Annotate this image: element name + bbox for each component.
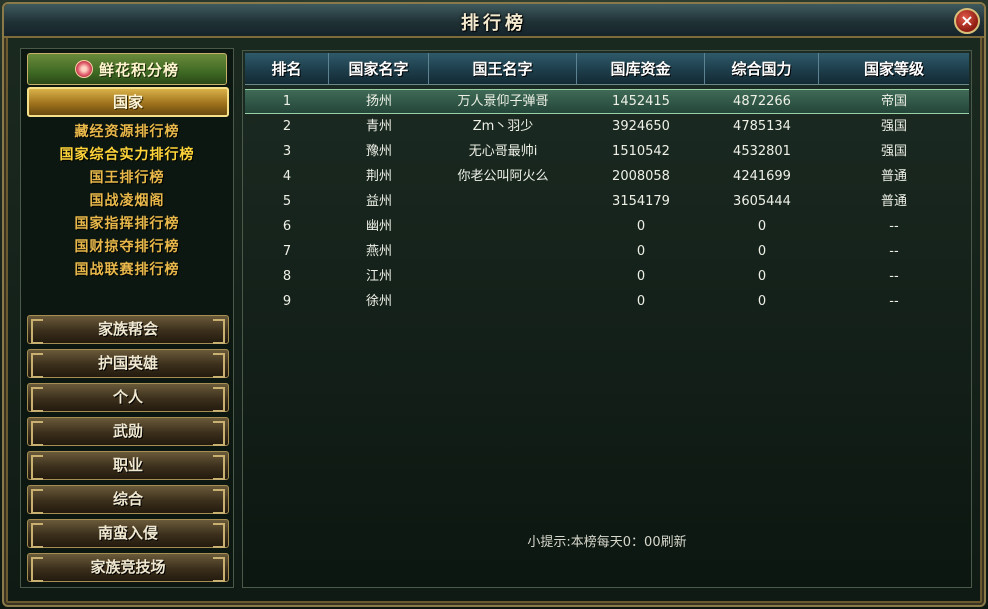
category-personal-button[interactable]: 个人: [27, 383, 229, 412]
cell-rank: 4: [282, 169, 292, 184]
cell-rank: 1: [282, 94, 292, 109]
cell-country: 徐州: [365, 294, 392, 309]
cell-king: 你老公叫阿火么: [457, 169, 549, 184]
cell-level: 强国: [880, 144, 907, 159]
cell-level: --: [889, 294, 899, 309]
cell-king: [429, 214, 577, 239]
cell-power: 4241699: [733, 169, 791, 184]
cell-country: 青州: [365, 119, 392, 134]
refresh-tip: 小提示:本榜每天0：00刷新: [527, 535, 687, 550]
cell-treasury: 0: [636, 269, 646, 284]
cell-level: 普通: [880, 169, 907, 184]
cell-treasury: 1452415: [612, 94, 670, 109]
cell-power: 3605444: [733, 194, 791, 209]
header-king-name[interactable]: 国王名字: [429, 53, 577, 84]
cell-level: 普通: [880, 194, 907, 209]
cell-power: 0: [757, 219, 767, 234]
cell-rank: 8: [282, 269, 292, 284]
category-heroes-button[interactable]: 护国英雄: [27, 349, 229, 378]
cell-power: 4872266: [733, 94, 791, 109]
category-profession-button[interactable]: 职业: [27, 451, 229, 480]
sub-item-scripture-resource[interactable]: 藏经资源排行榜: [27, 121, 227, 144]
table-row[interactable]: 2 青州 Zm丶羽少 3924650 4785134 强国: [245, 114, 969, 139]
country-sub-list: 藏经资源排行榜 国家综合实力排行榜 国王排行榜 国战凌烟阁 国家指挥排行榜 国财…: [27, 121, 227, 282]
ranking-table-panel: 排名 国家名字 国王名字 国库资金 综合国力 国家等级 1 扬州 万人景仰子弹哥…: [242, 50, 972, 588]
header-treasury[interactable]: 国库资金: [577, 53, 705, 84]
table-row[interactable]: 6 幽州 0 0 --: [245, 214, 969, 239]
close-button[interactable]: ×: [954, 8, 980, 34]
sub-item-war-pavilion[interactable]: 国战凌烟阁: [27, 190, 227, 213]
cell-king: 无心哥最帅i: [468, 144, 538, 159]
cell-level: --: [889, 269, 899, 284]
header-rank[interactable]: 排名: [245, 53, 329, 84]
cell-level: --: [889, 219, 899, 234]
sub-item-command-ranking[interactable]: 国家指挥排行榜: [27, 213, 227, 236]
cell-rank: 7: [282, 244, 292, 259]
table-row[interactable]: 3 豫州 无心哥最帅i 1510542 4532801 强国: [245, 139, 969, 164]
sub-item-plunder-ranking[interactable]: 国财掠夺排行榜: [27, 236, 227, 259]
sub-item-king-ranking[interactable]: 国王排行榜: [27, 167, 227, 190]
cell-country: 扬州: [365, 94, 392, 109]
cell-rank: 9: [282, 294, 292, 309]
title-bar[interactable]: 排行榜 ×: [4, 4, 984, 38]
cell-treasury: 2008058: [612, 169, 670, 184]
cell-treasury: 0: [636, 244, 646, 259]
category-country-button[interactable]: 国家: [27, 87, 229, 117]
cell-level: --: [889, 244, 899, 259]
category-arena-button[interactable]: 家族竞技场: [27, 553, 229, 582]
cell-country: 江州: [365, 269, 392, 284]
table-row[interactable]: 5 益州 3154179 3605444 普通: [245, 189, 969, 214]
cell-king: [429, 239, 577, 264]
cell-king: Zm丶羽少: [472, 119, 534, 134]
table-row[interactable]: 8 江州 0 0 --: [245, 264, 969, 289]
cell-country: 燕州: [365, 244, 392, 259]
cell-power: 4785134: [733, 119, 791, 134]
category-merit-button[interactable]: 武勋: [27, 417, 229, 446]
cell-power: 0: [757, 244, 767, 259]
cell-treasury: 0: [636, 219, 646, 234]
sidebar: 鲜花积分榜 国家 藏经资源排行榜 国家综合实力排行榜 国王排行榜 国战凌烟阁 国…: [20, 48, 234, 588]
cell-treasury: 0: [636, 294, 646, 309]
cell-country: 荆州: [365, 169, 392, 184]
table-row[interactable]: 9 徐州 0 0 --: [245, 289, 969, 314]
cell-king: 万人景仰子弹哥: [457, 94, 549, 109]
cell-king: [429, 264, 577, 289]
flower-ranking-button[interactable]: 鲜花积分榜: [27, 53, 227, 85]
category-list: 家族帮会 护国英雄 个人 武勋 职业 综合 南蛮入侵 家族竞技场: [27, 315, 229, 587]
header-country-name[interactable]: 国家名字: [329, 53, 429, 84]
cell-level: 帝国: [880, 94, 907, 109]
sub-item-league-ranking[interactable]: 国战联赛排行榜: [27, 259, 227, 282]
flower-icon: [74, 60, 93, 78]
cell-rank: 5: [282, 194, 292, 209]
cell-country: 幽州: [365, 219, 392, 234]
window-title: 排行榜: [461, 13, 527, 34]
cell-king: [429, 289, 577, 314]
category-invasion-button[interactable]: 南蛮入侵: [27, 519, 229, 548]
category-overall-button[interactable]: 综合: [27, 485, 229, 514]
table-body: 1 扬州 万人景仰子弹哥 1452415 4872266 帝国 2 青州 Zm丶…: [245, 89, 969, 314]
sub-item-country-strength[interactable]: 国家综合实力排行榜: [27, 144, 227, 167]
table-row[interactable]: 7 燕州 0 0 --: [245, 239, 969, 264]
header-power[interactable]: 综合国力: [705, 53, 819, 84]
table-row[interactable]: 4 荆州 你老公叫阿火么 2008058 4241699 普通: [245, 164, 969, 189]
cell-power: 0: [757, 269, 767, 284]
category-family-guild-button[interactable]: 家族帮会: [27, 315, 229, 344]
cell-country: 益州: [365, 194, 392, 209]
table-row[interactable]: 1 扬州 万人景仰子弹哥 1452415 4872266 帝国: [245, 89, 969, 114]
cell-power: 0: [757, 294, 767, 309]
cell-rank: 2: [282, 119, 292, 134]
cell-treasury: 1510542: [612, 144, 670, 159]
cell-rank: 3: [282, 144, 292, 159]
cell-treasury: 3924650: [612, 119, 670, 134]
cell-country: 豫州: [365, 144, 392, 159]
cell-king: [429, 189, 577, 214]
cell-power: 4532801: [733, 144, 791, 159]
header-level[interactable]: 国家等级: [819, 53, 969, 84]
cell-level: 强国: [880, 119, 907, 134]
table-header: 排名 国家名字 国王名字 国库资金 综合国力 国家等级: [245, 53, 969, 85]
flower-ranking-label: 鲜花积分榜: [98, 60, 179, 79]
cell-treasury: 3154179: [612, 194, 670, 209]
cell-rank: 6: [282, 219, 292, 234]
